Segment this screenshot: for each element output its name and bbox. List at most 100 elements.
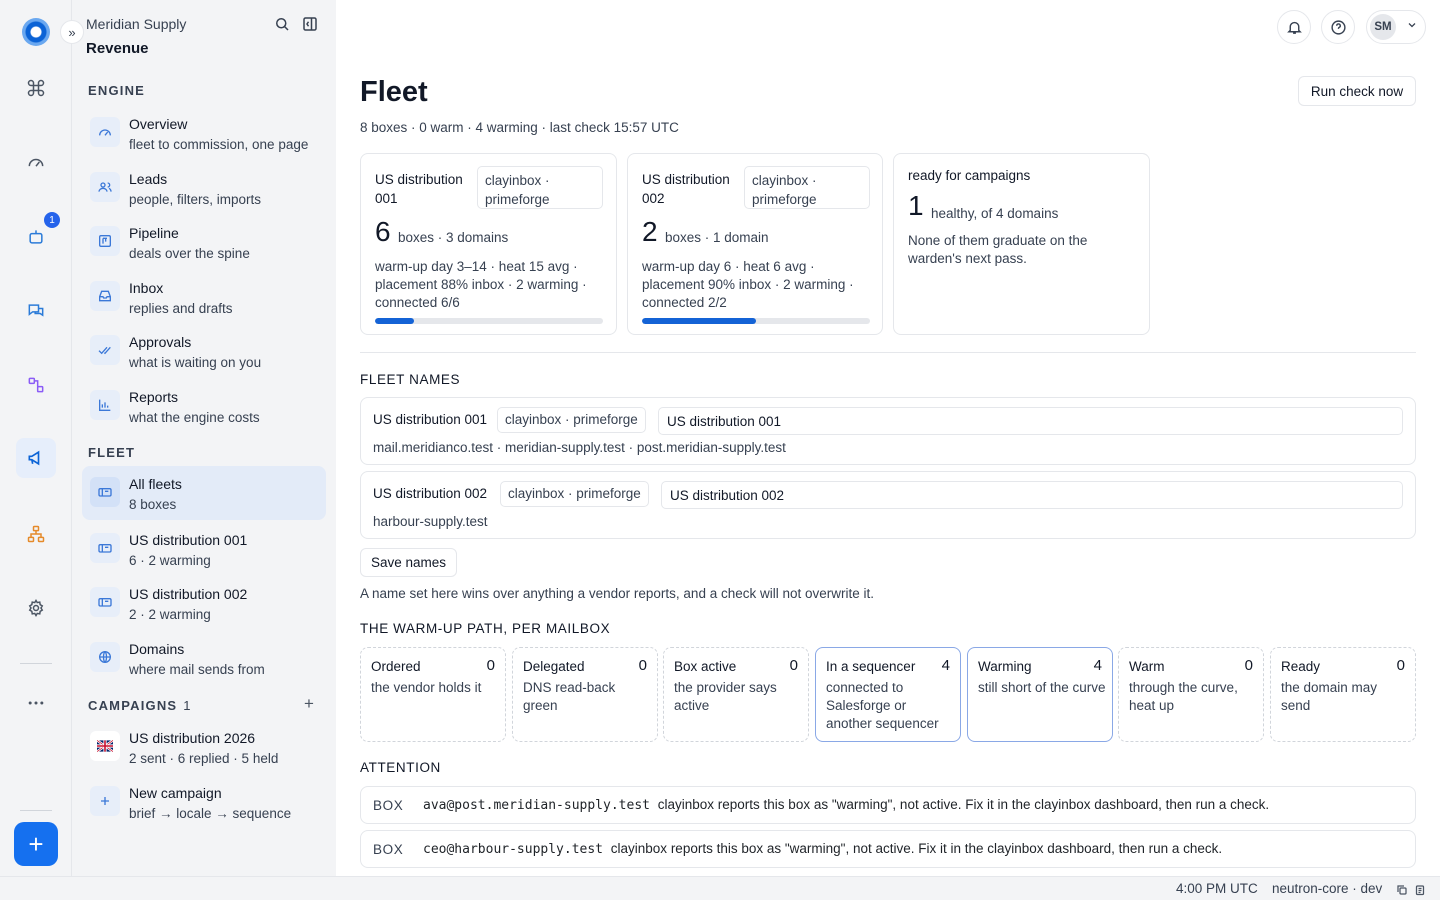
settings-gear-icon[interactable]: [20, 592, 52, 624]
rail-divider: [20, 810, 52, 811]
sidebar-item-leads[interactable]: Leads people, filters, imports: [82, 161, 326, 215]
fleet-name-input[interactable]: [658, 407, 1403, 435]
org-name[interactable]: Meridian Supply: [86, 16, 186, 32]
stage-count: 0: [1396, 657, 1405, 674]
gauge-icon: [90, 117, 120, 147]
sidebar-item-domains[interactable]: Domains where mail sends from: [82, 631, 326, 685]
run-check-button[interactable]: Run check now: [1298, 76, 1416, 106]
campaigns-heading-label: CAMPAIGNS: [88, 698, 178, 713]
warmup-stage-warming[interactable]: Warming 4 still short of the curve: [967, 647, 1113, 742]
fleet-names-note: A name set here wins over anything a ven…: [360, 586, 875, 601]
stage-description: connected to Salesforge or another seque…: [826, 680, 939, 731]
uk-flag-icon: [90, 731, 120, 761]
sidebar-item-subtitle: 2 · 2 warming: [129, 607, 211, 622]
fleet-card[interactable]: US distribution 001 clayinbox · primefor…: [360, 153, 617, 335]
collapse-panel-icon[interactable]: [301, 15, 319, 33]
sidebar-item-subtitle: brief → locale → sequence: [129, 806, 292, 821]
sidebar-item-overview[interactable]: Overview fleet to commission, one page: [82, 106, 326, 160]
sidebar-item-campaign-us-distribution-2026[interactable]: US distribution 2026 2 sent · 6 replied …: [82, 720, 326, 774]
warmup-stage-warm[interactable]: Warm 0 through the curve, heat up: [1118, 647, 1264, 742]
sidebar-item-new-campaign[interactable]: New campaign brief → locale → sequence: [82, 775, 326, 829]
page-subtitle: 8 boxes · 0 warm · 4 warming · last chec…: [360, 120, 679, 135]
sidebar-item-title: Inbox: [129, 280, 164, 296]
notifications-bell-icon[interactable]: [1277, 10, 1311, 44]
fleet-name-input[interactable]: [661, 481, 1403, 509]
campaigns-megaphone-icon[interactable]: [16, 438, 56, 478]
sidebar-item-subtitle: what is waiting on you: [129, 355, 262, 370]
stage-count: 0: [1244, 657, 1253, 674]
more-dots-icon[interactable]: [20, 687, 52, 719]
stage-title: Delegated: [523, 659, 585, 674]
sidebar-item-title: Pipeline: [129, 225, 179, 241]
sidebar-item-all-fleets[interactable]: All fleets 8 boxes: [82, 466, 326, 520]
engine-section-heading: ENGINE: [88, 83, 146, 98]
attention-item[interactable]: BOX ceo@harbour-supply.test clayinbox re…: [360, 830, 1416, 868]
fleet-vendor-chip: clayinbox · primeforge: [500, 481, 649, 507]
avatar: SM: [1370, 14, 1396, 40]
page-title: Fleet: [360, 76, 428, 108]
save-names-button[interactable]: Save names: [360, 548, 457, 577]
help-icon[interactable]: [1321, 10, 1355, 44]
stage-title: Ready: [1281, 659, 1321, 674]
fleet-name-row: US distribution 002 clayinbox · primefor…: [360, 471, 1416, 539]
copy-icon[interactable]: [1396, 883, 1408, 895]
mailbox-icon: [90, 477, 120, 507]
workspace-name[interactable]: Revenue: [86, 40, 149, 57]
sidebar-item-subtitle: 2 sent · 6 replied · 5 held: [129, 751, 279, 766]
account-menu-button[interactable]: SM: [1366, 10, 1426, 44]
attention-email: ava@post.meridian-supply.test: [423, 798, 650, 813]
stage-count: 0: [486, 657, 495, 674]
fleet-card-count: 2: [642, 216, 658, 247]
fleet-card-vendor: clayinbox · primeforge: [477, 166, 603, 209]
sidebar-item-pipeline[interactable]: Pipeline deals over the spine: [82, 215, 326, 269]
fleet-card[interactable]: US distribution 002 clayinbox · primefor…: [627, 153, 883, 335]
status-time: 4:00 PM UTC: [1176, 881, 1258, 896]
clipboard-icon[interactable]: [1414, 883, 1426, 896]
mailbox-icon: [90, 587, 120, 617]
campaigns-count: 1: [183, 698, 191, 713]
sidebar-item-subtitle: replies and drafts: [129, 301, 233, 316]
command-icon[interactable]: [20, 72, 52, 104]
mailbox-icon: [90, 533, 120, 563]
warmup-stage-in-sequencer[interactable]: In a sequencer 4 connected to Salesforge…: [815, 647, 961, 742]
fleet-card-detail: warm-up day 3–14 · heat 15 avg · placeme…: [375, 259, 587, 310]
sidebar-item-subtitle: where mail sends from: [129, 662, 265, 677]
fleet-card-name: US distribution 001: [375, 172, 463, 206]
stage-description: the vendor holds it: [371, 680, 482, 695]
attention-text: clayinbox reports this box as "warming",…: [610, 841, 1223, 856]
dashboard-gauge-icon[interactable]: [20, 146, 52, 178]
globe-icon: [90, 642, 120, 672]
ready-card-title: ready for campaigns: [908, 168, 1031, 183]
fleet-domains: mail.meridianco.test · meridian-supply.t…: [373, 440, 786, 455]
sidebar-item-subtitle: people, filters, imports: [129, 192, 262, 207]
warmup-stage-ready[interactable]: Ready 0 the domain may send: [1270, 647, 1416, 742]
fleet-card-count-label: boxes · 3 domains: [398, 230, 509, 245]
sidebar-item-us-distribution-002[interactable]: US distribution 002 2 · 2 warming: [82, 576, 326, 630]
sidebar-item-title: All fleets: [129, 476, 182, 492]
fleet-vendor-chip: clayinbox · primeforge: [497, 407, 646, 433]
chevron-down-icon: [1406, 19, 1418, 34]
sidebar-item-us-distribution-001[interactable]: US distribution 001 6 · 2 warming: [82, 522, 326, 576]
warmup-stage-box-active[interactable]: Box active 0 the provider says active: [663, 647, 809, 742]
workflow-icon[interactable]: [20, 369, 52, 401]
sidebar-item-inbox[interactable]: Inbox replies and drafts: [82, 270, 326, 324]
warmup-stage-ordered[interactable]: Ordered 0 the vendor holds it: [360, 647, 506, 742]
create-plus-button[interactable]: +: [14, 822, 58, 866]
search-icon[interactable]: [273, 15, 291, 33]
app-logo[interactable]: [22, 18, 50, 46]
add-campaign-plus-icon[interactable]: +: [304, 694, 314, 714]
stage-title: Warm: [1129, 659, 1165, 674]
conversations-icon[interactable]: [20, 295, 52, 327]
sidebar-item-title: Overview: [129, 116, 188, 132]
expand-sidebar-icon[interactable]: »: [60, 20, 84, 44]
sidebar-item-approvals[interactable]: Approvals what is waiting on you: [82, 324, 326, 378]
sidebar-item-reports[interactable]: Reports what the engine costs: [82, 379, 326, 433]
warmup-stage-delegated[interactable]: Delegated 0 DNS read-back green: [512, 647, 658, 742]
fleet-card-vendor: clayinbox · primeforge: [744, 166, 870, 209]
sidebar-item-title: Leads: [129, 171, 168, 187]
fleet-name-row: US distribution 001 clayinbox · primefor…: [360, 397, 1416, 465]
org-chart-icon[interactable]: [20, 518, 52, 550]
fleet-name-label: US distribution 001: [373, 412, 488, 427]
sidebar-item-title: US distribution 2026: [129, 730, 256, 746]
attention-item[interactable]: BOX ava@post.meridian-supply.test clayin…: [360, 786, 1416, 824]
